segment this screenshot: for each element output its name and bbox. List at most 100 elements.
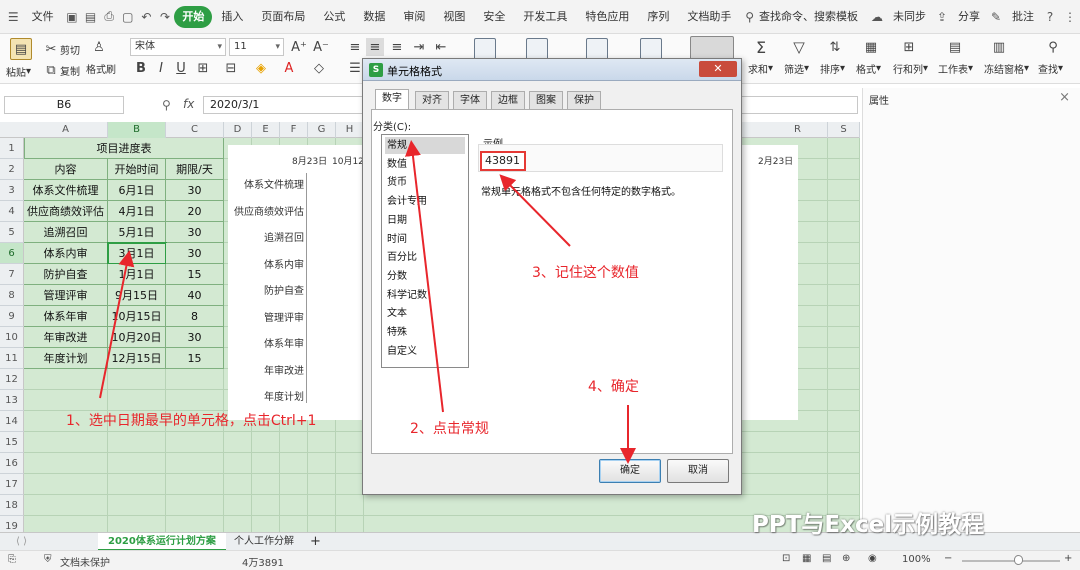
sheet-tab-plan[interactable]: 2020体系运行计划方案 <box>98 533 226 551</box>
row-header[interactable]: 17 <box>0 474 24 495</box>
preview-icon[interactable]: ▢ <box>119 7 138 27</box>
category-item[interactable]: 百分比 <box>385 249 465 266</box>
sync-status[interactable]: 未同步 <box>887 6 932 28</box>
find-button[interactable]: 查找 ▾ <box>1038 61 1063 76</box>
share-button[interactable]: 分享 <box>952 6 986 28</box>
cut-button[interactable]: ✂ 剪切 <box>42 40 80 58</box>
sort-button[interactable]: 排序 ▾ <box>820 61 845 76</box>
reading-view-icon[interactable]: ▤ <box>822 553 831 564</box>
sum-icon[interactable]: Σ <box>752 38 770 57</box>
align-top-icon[interactable]: ≡ <box>346 38 364 56</box>
header-cell[interactable]: 期限/天 <box>166 159 224 180</box>
worksheet-button[interactable]: 工作表 ▾ <box>938 61 973 76</box>
conditional-format-icon[interactable] <box>640 38 662 60</box>
copy-button[interactable]: ⧉ 复制 <box>42 61 80 79</box>
tab-data[interactable]: 数据 <box>354 6 394 28</box>
tab-alignment[interactable]: 对齐 <box>415 91 449 110</box>
data-cell[interactable]: 3月1日 <box>107 242 167 265</box>
row-header[interactable]: 1 <box>0 138 24 159</box>
format-painter-button[interactable]: 格式刷 <box>86 61 116 76</box>
format-button[interactable]: 格式 ▾ <box>856 61 881 76</box>
row-header[interactable]: 8 <box>0 285 24 306</box>
more-icon[interactable]: ⋮ <box>1060 7 1080 27</box>
macro-icon[interactable]: ⎘ <box>8 554 16 565</box>
rows-cols-button[interactable]: 行和列 ▾ <box>893 61 928 76</box>
file-menu[interactable]: 文件 <box>23 6 63 28</box>
row-header[interactable]: 9 <box>0 306 24 327</box>
cancel-button[interactable]: 取消 <box>667 459 729 483</box>
underline-icon[interactable]: U <box>172 59 190 77</box>
row-header[interactable]: 10 <box>0 327 24 348</box>
header-cell[interactable]: 开始时间 <box>108 159 166 180</box>
indent-icon[interactable]: ⇥ <box>410 38 428 56</box>
row-header[interactable]: 11 <box>0 348 24 369</box>
format-icon[interactable]: ▦ <box>862 38 880 56</box>
data-cell[interactable]: 8 <box>166 306 224 327</box>
column-header[interactable]: S <box>828 122 860 138</box>
data-cell[interactable]: 30 <box>166 243 224 264</box>
close-icon[interactable]: ✕ <box>699 61 737 77</box>
row-header[interactable]: 16 <box>0 453 24 474</box>
category-item[interactable]: 货币 <box>385 174 465 191</box>
tab-view[interactable]: 视图 <box>434 6 474 28</box>
category-item[interactable]: 会计专用 <box>385 193 465 210</box>
tab-special[interactable]: 特色应用 <box>576 6 638 28</box>
data-cell[interactable]: 防护自查 <box>24 264 108 285</box>
category-item[interactable]: 日期 <box>385 212 465 229</box>
category-item[interactable]: 特殊 <box>385 324 465 341</box>
column-header[interactable]: E <box>252 122 280 138</box>
column-header[interactable]: G <box>308 122 336 138</box>
freeze-icon[interactable]: ▥ <box>990 38 1008 56</box>
table-title[interactable]: 项目进度表 <box>24 138 224 159</box>
row-header[interactable]: 6 <box>0 243 24 264</box>
sort-icon[interactable]: ⇅ <box>826 38 844 56</box>
close-icon[interactable]: × <box>1059 90 1070 105</box>
number-format-icon[interactable] <box>586 38 608 60</box>
data-cell[interactable]: 体系年审 <box>24 306 108 327</box>
italic-icon[interactable]: I <box>152 59 170 77</box>
increase-font-icon[interactable]: A⁺ <box>290 38 308 56</box>
data-cell[interactable]: 管理评审 <box>24 285 108 306</box>
font-size-select[interactable]: 11 <box>229 38 284 56</box>
row-header[interactable]: 15 <box>0 432 24 453</box>
fx-icon[interactable]: fx <box>183 97 194 111</box>
data-cell[interactable]: 追溯召回 <box>24 222 108 243</box>
tab-border[interactable]: 边框 <box>491 91 525 110</box>
data-cell[interactable]: 30 <box>166 222 224 243</box>
merge-center-icon[interactable] <box>474 38 496 60</box>
row-header[interactable]: 19 <box>0 516 24 532</box>
format-painter-icon[interactable]: ♙ <box>90 38 108 56</box>
save-icon[interactable]: ▣ <box>63 7 82 27</box>
print-icon[interactable]: ⎙ <box>100 7 119 27</box>
crosshair-icon[interactable]: ⊕ <box>842 553 850 564</box>
dialog-title-bar[interactable]: S 单元格格式 ✕ <box>363 59 741 81</box>
tab-doc-assistant[interactable]: 文档助手 <box>678 6 740 28</box>
border-icon[interactable]: ⊞ <box>194 59 212 77</box>
tab-nav-icon[interactable]: ⟨ ⟩ <box>6 533 37 551</box>
export-icon[interactable]: ▤ <box>81 7 100 27</box>
data-cell[interactable]: 40 <box>166 285 224 306</box>
sum-button[interactable]: 求和 ▾ <box>748 61 773 76</box>
data-cell[interactable]: 30 <box>166 327 224 348</box>
data-cell[interactable]: 10月20日 <box>108 327 166 348</box>
data-cell[interactable]: 15 <box>166 348 224 369</box>
tab-font[interactable]: 字体 <box>453 91 487 110</box>
command-search[interactable]: 查找命令、搜索模板 <box>759 6 867 28</box>
column-header[interactable]: A <box>24 122 108 138</box>
row-header[interactable]: 12 <box>0 369 24 390</box>
data-cell[interactable]: 体系内审 <box>24 243 108 264</box>
paste-icon[interactable]: ▤ <box>10 38 32 60</box>
data-cell[interactable]: 年审改进 <box>24 327 108 348</box>
wrap-text-icon[interactable] <box>526 38 548 60</box>
category-item[interactable]: 文本 <box>385 305 465 322</box>
row-header[interactable]: 13 <box>0 390 24 411</box>
tab-page-layout[interactable]: 页面布局 <box>252 6 314 28</box>
data-cell[interactable]: 4月1日 <box>108 201 166 222</box>
column-header[interactable]: D <box>224 122 252 138</box>
category-item[interactable]: 分数 <box>385 268 465 285</box>
eye-icon[interactable]: ◉ <box>868 553 877 564</box>
data-cell[interactable]: 体系文件梳理 <box>24 180 108 201</box>
data-cell[interactable]: 1月1日 <box>108 264 166 285</box>
clear-format-icon[interactable]: ◇ <box>310 59 328 77</box>
row-header[interactable]: 18 <box>0 495 24 516</box>
